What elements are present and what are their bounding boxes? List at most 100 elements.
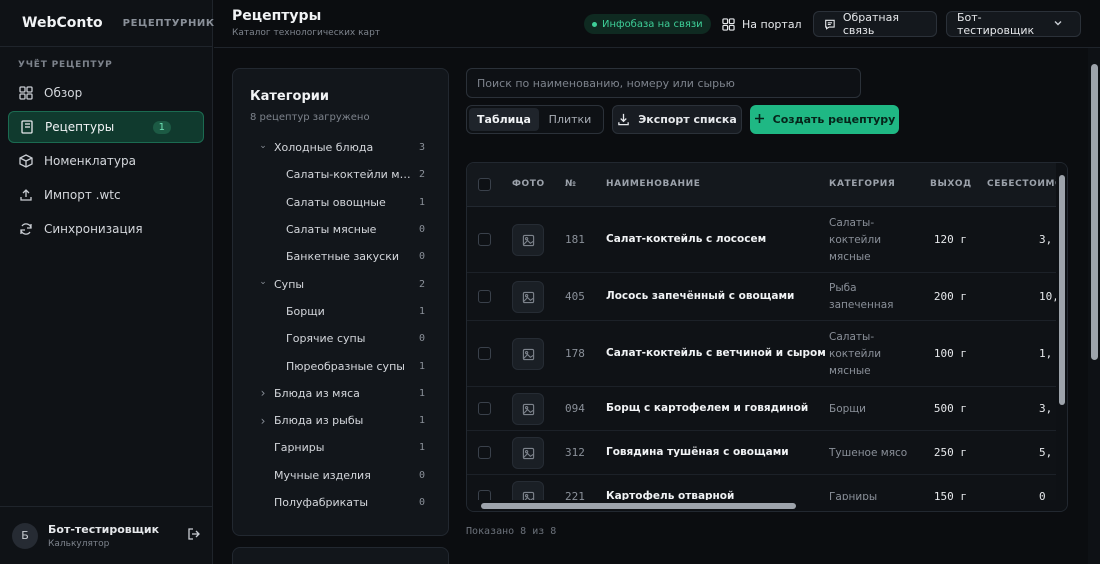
sidebar: WebConto РЕЦЕПТУРНИК УЧЁТ РЕЦЕПТУР Обзор… bbox=[0, 0, 214, 564]
status-text: Инфобаза на связи bbox=[602, 18, 703, 30]
page-scrollbar[interactable] bbox=[1088, 48, 1100, 564]
scroll-thumb[interactable] bbox=[1091, 64, 1098, 360]
recipe-number: 178 bbox=[565, 347, 585, 360]
sidebar-item-label: Обзор bbox=[44, 86, 83, 100]
col-output[interactable]: ВЫХОД bbox=[930, 179, 972, 189]
upload-icon bbox=[18, 187, 34, 203]
sidebar-nav: Обзор Рецептуры 1 Номенклатура Импорт .w… bbox=[8, 77, 204, 247]
chevron-right-icon[interactable]: › bbox=[257, 386, 269, 400]
category-item[interactable]: › Блюда из рыбы 1 bbox=[233, 407, 450, 434]
row-checkbox[interactable] bbox=[478, 233, 491, 246]
recipes-table: ФОТО № НАИМЕНОВАНИЕ КАТЕГОРИЯ ВЫХОД СЕБЕ… bbox=[466, 162, 1068, 512]
sidebar-item-label: Импорт .wtc bbox=[44, 188, 121, 202]
create-recipe-button[interactable]: Создать рецептуру bbox=[750, 105, 899, 134]
export-label: Экспорт списка bbox=[638, 113, 737, 126]
category-item[interactable]: Горячие супы 0 bbox=[233, 325, 450, 352]
chevron-right-icon[interactable]: › bbox=[257, 414, 269, 428]
user-info: Бот-тестировщик Калькулятор bbox=[48, 523, 159, 549]
category-item[interactable]: ⌄ Супы 2 bbox=[233, 270, 450, 297]
category-item[interactable]: ⌄ Холодные блюда 3 bbox=[233, 134, 450, 161]
chevron-down-icon bbox=[1053, 18, 1070, 31]
recipe-output: 500 г bbox=[933, 402, 967, 415]
recipe-number: 312 bbox=[565, 446, 585, 459]
feedback-button[interactable]: Обратная связь bbox=[813, 11, 937, 37]
recipe-number: 094 bbox=[565, 402, 585, 415]
row-checkbox[interactable] bbox=[478, 402, 491, 415]
sidebar-item-import[interactable]: Импорт .wtc bbox=[8, 179, 204, 211]
image-placeholder-icon bbox=[512, 393, 544, 425]
view-table-button[interactable]: Таблица bbox=[469, 108, 539, 131]
scroll-thumb[interactable] bbox=[1059, 175, 1065, 405]
chevron-down-icon[interactable]: ⌄ bbox=[257, 277, 269, 287]
recipe-output: 200 г bbox=[933, 290, 967, 303]
recipe-category: Салаты-коктейли мясные bbox=[829, 216, 882, 263]
sidebar-item-overview[interactable]: Обзор bbox=[8, 77, 204, 109]
recipe-category: Тушеное мясо bbox=[829, 446, 908, 459]
category-item[interactable]: Мучные изделия 0 bbox=[233, 462, 450, 489]
category-item[interactable]: › Блюда из мяса 1 bbox=[233, 380, 450, 407]
chevron-down-icon[interactable]: ⌄ bbox=[257, 141, 269, 151]
recipe-number: 405 bbox=[565, 290, 585, 303]
portal-button[interactable]: На портал bbox=[712, 11, 812, 37]
category-label: Блюда из рыбы bbox=[274, 414, 364, 428]
table-row[interactable]: 094 Борщ с картофелем и говядиной Борщи 500… bbox=[467, 387, 1067, 431]
table-row[interactable]: 405 Лосось запечённый с овощами Рыба запеч… bbox=[467, 273, 1067, 321]
view-toggle: Таблица Плитки bbox=[466, 105, 604, 134]
status-dot-icon bbox=[592, 21, 597, 27]
user-menu-button[interactable]: Бот-тестировщик bbox=[946, 11, 1081, 37]
table-row[interactable]: 178 Салат-коктейль с ветчиной и сыром Сала… bbox=[467, 321, 1067, 387]
sidebar-item-recipes[interactable]: Рецептуры 1 bbox=[8, 111, 204, 143]
table-row[interactable]: 312 Говядина тушёная с овощами Тушеное мяс… bbox=[467, 431, 1067, 475]
header: Рецептуры Каталог технологических карт И… bbox=[214, 0, 1100, 48]
user-role: Калькулятор bbox=[48, 538, 110, 549]
user-name: Бот-тестировщик bbox=[48, 522, 160, 536]
category-count: 1 bbox=[418, 360, 425, 372]
logout-icon[interactable] bbox=[187, 527, 201, 544]
status-badge: Инфобаза на связи bbox=[584, 14, 711, 34]
view-tiles-button[interactable]: Плитки bbox=[539, 108, 601, 131]
brand-name[interactable]: WebConto bbox=[22, 15, 103, 31]
recipe-name: Говядина тушёная с овощами bbox=[606, 446, 789, 458]
category-item[interactable]: Пюреобразные супы 1 bbox=[233, 352, 450, 379]
table-header: ФОТО № НАИМЕНОВАНИЕ КАТЕГОРИЯ ВЫХОД СЕБЕ… bbox=[467, 163, 1067, 207]
col-photo: ФОТО bbox=[512, 179, 545, 189]
sidebar-item-sync[interactable]: Синхронизация bbox=[8, 213, 204, 245]
table-vertical-scrollbar[interactable] bbox=[1056, 163, 1067, 511]
col-category[interactable]: КАТЕГОРИЯ bbox=[829, 179, 895, 189]
table-horizontal-scrollbar[interactable] bbox=[467, 500, 1058, 511]
category-item[interactable]: Борщи 1 bbox=[233, 298, 450, 325]
row-checkbox[interactable] bbox=[478, 446, 491, 459]
col-name[interactable]: НАИМЕНОВАНИЕ bbox=[606, 179, 701, 189]
secondary-panel bbox=[232, 547, 449, 564]
scroll-thumb[interactable] bbox=[481, 503, 796, 509]
sidebar-item-label: Синхронизация bbox=[44, 222, 143, 236]
category-item[interactable]: Салаты овощные 1 bbox=[233, 189, 450, 216]
category-count: 2 bbox=[418, 278, 425, 290]
category-count: 1 bbox=[418, 442, 425, 454]
recipe-cost: 3, bbox=[1039, 233, 1053, 246]
col-num[interactable]: № bbox=[565, 179, 576, 189]
row-checkbox[interactable] bbox=[478, 347, 491, 360]
category-item[interactable]: Салаты-коктейли мяс... 2 bbox=[233, 161, 450, 188]
categories-title: Категории bbox=[250, 89, 329, 104]
download-icon bbox=[618, 113, 630, 126]
category-item[interactable]: Банкетные закуски 0 bbox=[233, 243, 450, 270]
search-input[interactable] bbox=[466, 68, 861, 98]
category-item[interactable]: Салаты мясные 0 bbox=[233, 216, 450, 243]
category-count: 1 bbox=[418, 415, 425, 427]
category-count: 3 bbox=[418, 142, 425, 154]
count-badge: 1 bbox=[152, 120, 171, 134]
category-label: Салаты-коктейли мяс... bbox=[286, 168, 411, 182]
select-all-checkbox[interactable] bbox=[478, 178, 491, 191]
category-count: 0 bbox=[418, 224, 425, 236]
export-button[interactable]: Экспорт списка bbox=[612, 105, 742, 134]
category-label: Пюреобразные супы bbox=[286, 359, 405, 373]
plus-icon bbox=[754, 113, 765, 127]
category-item[interactable]: Полуфабрикаты 0 bbox=[233, 489, 450, 516]
category-item[interactable]: Гарниры 1 bbox=[233, 434, 450, 461]
row-checkbox[interactable] bbox=[478, 290, 491, 303]
sidebar-item-nomenclature[interactable]: Номенклатура bbox=[8, 145, 204, 177]
image-placeholder-icon bbox=[512, 437, 544, 469]
table-row[interactable]: 181 Салат-коктейль с лососем Салаты-коктей… bbox=[467, 207, 1067, 273]
recipe-cost: 5, bbox=[1039, 446, 1053, 459]
